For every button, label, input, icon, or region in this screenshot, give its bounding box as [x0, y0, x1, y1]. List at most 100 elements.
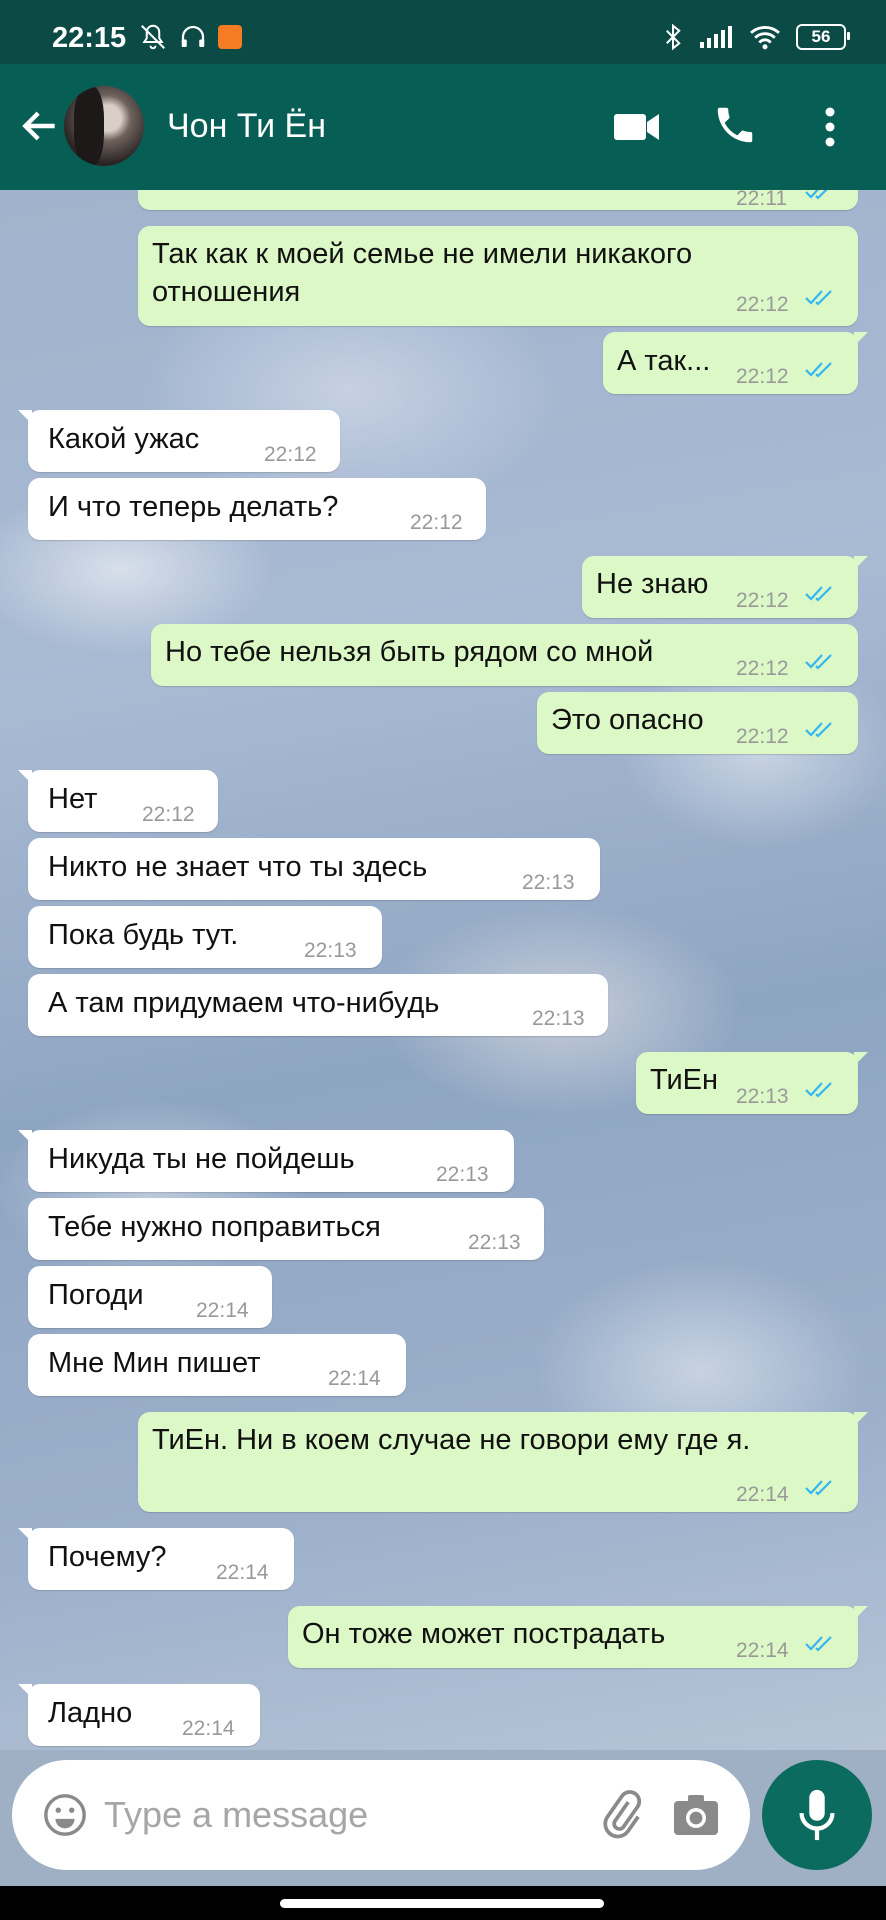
message-time: 22:12: [736, 589, 789, 612]
message-text: ТиЕн: [650, 1064, 718, 1096]
message-bubble-incoming[interactable]: Мне Мин пишет 22:14: [28, 1334, 406, 1396]
message-bubble-outgoing[interactable]: ТиЕн. Ни в коем случае не говори ему где…: [138, 1412, 868, 1512]
read-ticks-icon: [805, 654, 832, 670]
message-bubble-outgoing[interactable]: А так... 22:12: [603, 332, 868, 394]
camera-icon[interactable]: [672, 1792, 720, 1838]
status-bar: 22:15 56: [0, 0, 886, 64]
chat-messages: счетов 22:11 Так как к моей семье не име…: [0, 190, 886, 1750]
message-text: И что теперь делать?: [48, 491, 339, 523]
message-bubble-outgoing[interactable]: Не знаю 22:12: [582, 556, 868, 618]
avatar[interactable]: [64, 86, 144, 166]
read-ticks-icon: [805, 586, 832, 602]
message-bubble-incoming[interactable]: Тебе нужно поправиться 22:13: [28, 1198, 544, 1260]
message-text: Нет: [48, 783, 98, 815]
message-bubble-incoming[interactable]: А там придумаем что-нибудь 22:13: [28, 974, 608, 1036]
message-text: Почему?: [48, 1541, 167, 1573]
message-text: Какой ужас: [48, 423, 200, 455]
message-time: 22:14: [182, 1717, 235, 1740]
wifi-icon: [750, 26, 780, 50]
message-bubble-incoming[interactable]: Погоди 22:14: [28, 1266, 272, 1328]
status-right-icons: 56: [662, 22, 850, 52]
message-time: 22:12: [264, 443, 317, 466]
battery-icon: 56: [796, 24, 850, 50]
message-text: Но тебе нельзя быть рядом со мной: [165, 636, 654, 668]
home-indicator[interactable]: [280, 1899, 604, 1908]
video-call-icon[interactable]: [614, 112, 660, 142]
message-time: 22:14: [216, 1561, 269, 1584]
message-input-bar[interactable]: Type a message: [12, 1760, 750, 1870]
message-time: 22:14: [196, 1299, 249, 1322]
message-bubble-outgoing[interactable]: Так как к моей семье не имели никакого о…: [138, 226, 858, 326]
headphones-icon: [181, 25, 205, 47]
attach-icon[interactable]: [596, 1790, 646, 1840]
message-text: Погоди: [48, 1279, 144, 1311]
message-bubble-incoming[interactable]: Пока будь тут. 22:13: [28, 906, 382, 968]
read-ticks-icon: [805, 1480, 832, 1496]
message-bubble-outgoing[interactable]: Но тебе нельзя быть рядом со мной 22:12: [151, 624, 858, 686]
message-time: 22:13: [522, 871, 575, 894]
status-left-icons: [138, 22, 242, 52]
message-text: Мне Мин пишет: [48, 1347, 261, 1379]
message-text: ТиЕн. Ни в коем случае не говори ему где…: [152, 1424, 751, 1456]
message-time: 22:12: [736, 725, 789, 748]
message-bubble-outgoing[interactable]: ТиЕн 22:13: [636, 1052, 868, 1114]
message-bubble-incoming[interactable]: И что теперь делать? 22:12: [28, 478, 486, 540]
message-bubble-incoming[interactable]: Ладно 22:14: [18, 1684, 260, 1746]
message-text: Так как к моей семье не имели никакого о…: [152, 238, 693, 308]
message-time: 22:12: [736, 293, 789, 316]
message-bubble-incoming[interactable]: Почему? 22:14: [18, 1528, 294, 1590]
message-time: 22:14: [328, 1367, 381, 1390]
message-text: Он тоже может пострадать: [302, 1618, 666, 1650]
message-time: 22:12: [736, 657, 789, 680]
message-text: Никто не знает что ты здесь: [48, 851, 428, 883]
mic-icon: [799, 1789, 835, 1841]
message-text: счетов: [152, 190, 241, 198]
read-ticks-icon: [805, 1636, 832, 1652]
phone-icon[interactable]: [712, 102, 758, 148]
message-text: Пока будь тут.: [48, 919, 239, 951]
message-input[interactable]: Type a message: [104, 1794, 368, 1836]
message-text: Тебе нужно поправиться: [48, 1211, 381, 1243]
battery-level: 56: [811, 27, 831, 46]
message-bubble-incoming[interactable]: Какой ужас 22:12: [18, 410, 340, 472]
contact-name[interactable]: Чон Ти Ён: [167, 107, 326, 146]
message-time: 22:13: [304, 939, 357, 962]
message-time: 22:12: [736, 365, 789, 388]
message-text: Не знаю: [596, 568, 709, 600]
message-text: Это опасно: [551, 704, 704, 736]
bluetooth-icon: [666, 23, 681, 51]
message-bubble-incoming[interactable]: Никто не знает что ты здесь 22:13: [28, 838, 600, 900]
more-options-icon[interactable]: [824, 106, 836, 148]
message-bubble-outgoing[interactable]: счетов 22:11: [138, 190, 858, 210]
message-time: 22:14: [736, 1639, 789, 1662]
read-ticks-icon: [805, 1082, 832, 1098]
read-ticks-icon: [805, 362, 832, 378]
back-arrow-icon[interactable]: [18, 104, 62, 148]
read-ticks-icon: [805, 190, 828, 200]
signal-icon: [700, 26, 732, 48]
message-bubble-incoming[interactable]: Никуда ты не пойдешь 22:13: [18, 1130, 514, 1192]
message-bubble-outgoing[interactable]: Он тоже может пострадать 22:14: [288, 1606, 868, 1668]
message-time: 22:12: [410, 511, 463, 534]
message-text: А там придумаем что-нибудь: [48, 987, 440, 1019]
status-time: 22:15: [52, 22, 127, 54]
message-time: 22:14: [736, 1483, 789, 1506]
mic-button[interactable]: [762, 1760, 872, 1870]
chat-header: Чон Ти Ён: [0, 64, 886, 190]
read-ticks-icon: [805, 722, 832, 738]
read-ticks-icon: [805, 290, 832, 306]
message-text: А так...: [617, 345, 711, 377]
bell-off-icon: [141, 24, 165, 50]
message-bubble-outgoing[interactable]: Это опасно 22:12: [537, 692, 858, 754]
message-time: 22:11: [736, 190, 787, 210]
message-time: 22:12: [142, 803, 195, 826]
message-bubble-incoming[interactable]: Нет 22:12: [18, 770, 218, 832]
message-time: 22:13: [532, 1007, 585, 1030]
message-text: Никуда ты не пойдешь: [48, 1143, 355, 1175]
message-time: 22:13: [468, 1231, 521, 1254]
message-time: 22:13: [736, 1085, 789, 1108]
emoji-icon[interactable]: [42, 1792, 88, 1838]
message-time: 22:13: [436, 1163, 489, 1186]
mi-app-icon: [218, 25, 242, 49]
message-text: Ладно: [48, 1697, 133, 1729]
